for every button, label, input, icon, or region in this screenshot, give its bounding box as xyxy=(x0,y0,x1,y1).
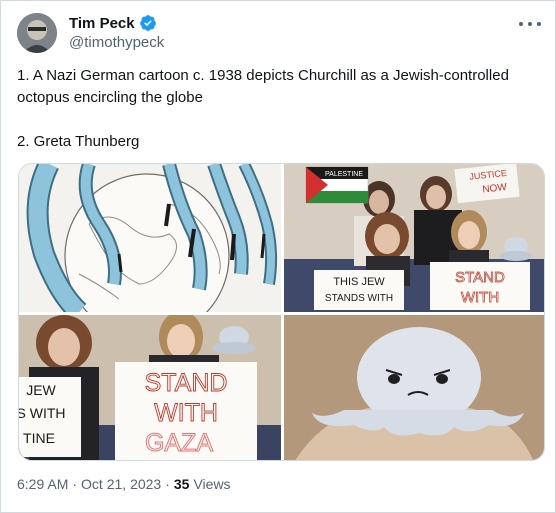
stand-with-gaza-sign: STAND WITH GAZA xyxy=(115,362,257,460)
author-name[interactable]: Tim Peck xyxy=(69,15,135,32)
left-sign-line-2: S WITH xyxy=(19,405,66,421)
this-jew-sign: THIS JEW STANDS WITH xyxy=(314,270,404,310)
media-image-stand-with-gaza[interactable]: JEW S WITH TINE STAND WITH GAZA xyxy=(19,315,281,460)
left-sign-line-1: JEW xyxy=(26,382,56,398)
tweet-card[interactable]: Tim Peck @timothypeck 1. A Nazi German c… xyxy=(0,0,556,513)
views-count: 35 xyxy=(173,476,190,492)
tweet-line-2: 2. Greta Thunberg xyxy=(17,133,140,150)
big-sign-line-2: WITH xyxy=(154,399,218,427)
tweet-date[interactable]: Oct 21, 2023 xyxy=(81,476,161,492)
stand-small-line-2: WITH xyxy=(461,289,499,306)
stand-with-small-sign: STAND WITH xyxy=(430,262,530,310)
palestine-flag-sign: PALESTINE xyxy=(305,166,369,204)
media-image-octopus-plush[interactable] xyxy=(284,315,544,460)
justice-now-sign: JUSTICE NOW xyxy=(454,164,520,204)
media-grid: PALESTINE JUSTICE NOW THIS JEW STANDS WI… xyxy=(18,163,545,461)
jew-sign-line-2: STANDS WITH xyxy=(325,293,393,304)
tweet-line-1: 1. A Nazi German cartoon c. 1938 depicts… xyxy=(17,67,509,106)
views-label: Views xyxy=(193,476,231,492)
left-partial-sign: JEW S WITH TINE xyxy=(19,377,81,457)
tweet-footer: 6:29 AM · Oct 21, 2023 · 35 Views xyxy=(17,476,231,492)
avatar-image xyxy=(17,13,57,53)
stand-small-line-1: STAND xyxy=(455,269,505,286)
left-sign-line-3: TINE xyxy=(23,430,55,446)
tweet-time[interactable]: 6:29 AM xyxy=(17,476,68,492)
big-sign-line-3: GAZA xyxy=(145,429,213,457)
jew-sign-line-1: THIS JEW xyxy=(333,276,385,288)
footer-separator: · xyxy=(165,476,170,492)
author-avatar[interactable] xyxy=(17,13,57,53)
media-image-group-signs[interactable]: PALESTINE JUSTICE NOW THIS JEW STANDS WI… xyxy=(284,164,544,312)
more-options-icon[interactable] xyxy=(519,15,541,33)
footer-separator: · xyxy=(72,476,78,492)
author-handle[interactable]: @timothypeck xyxy=(69,34,164,51)
flag-sign-text: PALESTINE xyxy=(325,171,363,178)
tweet-text: 1. A Nazi German cartoon c. 1938 depicts… xyxy=(17,65,537,153)
media-image-cartoon[interactable] xyxy=(19,164,281,312)
big-sign-line-1: STAND xyxy=(145,369,228,397)
verified-badge-icon xyxy=(139,15,156,31)
